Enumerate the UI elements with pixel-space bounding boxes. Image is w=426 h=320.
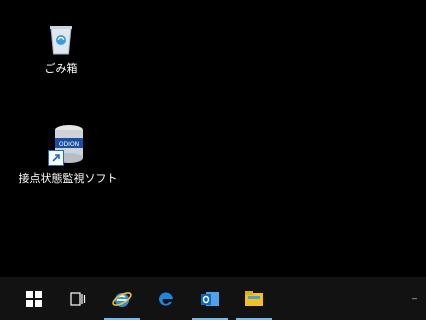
folder-icon xyxy=(245,290,263,306)
odion-badge-text: ODION xyxy=(59,141,79,148)
task-view-icon xyxy=(70,291,86,306)
system-tray-clock[interactable]: — xyxy=(348,277,418,320)
start-button[interactable] xyxy=(12,277,56,320)
edge-button[interactable] xyxy=(144,277,188,320)
desktop: ごみ箱 ODION 接点状態監視ソフト xyxy=(0,0,426,277)
shortcut-arrow-icon xyxy=(48,150,64,166)
desktop-icon-recycle-bin[interactable]: ごみ箱 xyxy=(36,22,86,76)
recycle-bin-label: ごみ箱 xyxy=(44,62,78,75)
taskbar: — xyxy=(0,277,426,320)
file-explorer-button[interactable] xyxy=(232,277,276,320)
internet-explorer-button[interactable] xyxy=(100,277,144,320)
outlook-button[interactable] xyxy=(188,277,232,320)
contact-monitor-label: 接点状態監視ソフト xyxy=(18,172,118,185)
edge-icon xyxy=(158,291,173,306)
outlook-icon xyxy=(201,291,219,306)
windows-logo-icon xyxy=(26,290,42,307)
database-app-icon: ODION xyxy=(48,124,88,166)
desktop-icon-contact-monitor[interactable]: ODION 接点状態監視ソフト xyxy=(6,124,130,186)
ie-icon xyxy=(112,291,132,307)
task-view-button[interactable] xyxy=(56,277,100,320)
recycle-bin-icon xyxy=(50,26,72,55)
tray-line-1: — xyxy=(412,293,418,303)
